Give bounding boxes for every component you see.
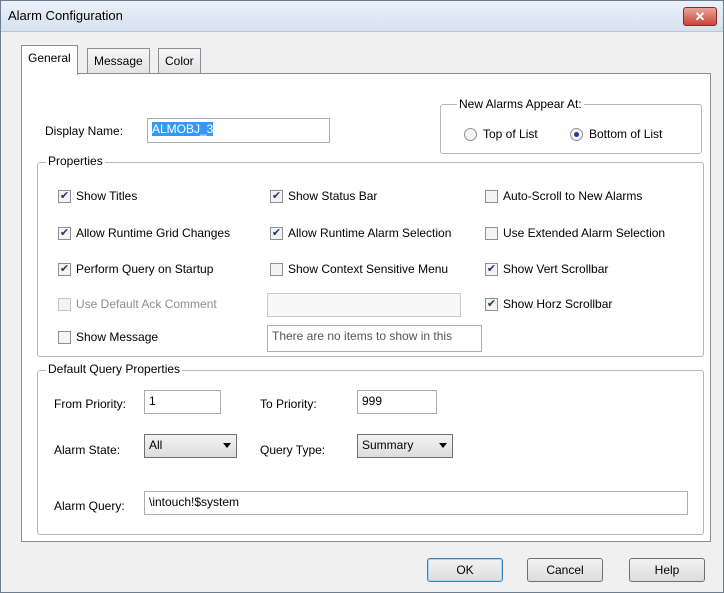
bottom-of-list-radio[interactable] (570, 128, 583, 141)
horz-scrollbar-label: Show Horz Scrollbar (503, 297, 613, 311)
ok-button[interactable]: OK (427, 558, 503, 582)
perform-query-checkbox[interactable] (58, 263, 71, 276)
to-priority-field[interactable]: 999 (357, 390, 437, 414)
top-of-list-label: Top of List (483, 127, 538, 141)
context-menu-label: Show Context Sensitive Menu (288, 262, 449, 276)
default-query-legend: Default Query Properties (46, 362, 183, 376)
cancel-button[interactable]: Cancel (527, 558, 603, 582)
vert-scrollbar-label: Show Vert Scrollbar (503, 262, 609, 276)
show-message-checkbox[interactable] (58, 331, 71, 344)
alarm-configuration-dialog: Alarm Configuration ✕ General Message Co… (0, 0, 724, 593)
properties-legend: Properties (46, 154, 105, 168)
horz-scrollbar-checkbox[interactable] (485, 298, 498, 311)
message-list-box[interactable]: There are no items to show in this (267, 325, 482, 352)
alarm-state-select[interactable]: All (144, 434, 237, 458)
tab-message[interactable]: Message (87, 48, 150, 73)
from-priority-field[interactable]: 1 (144, 390, 221, 414)
default-ack-label: Use Default Ack Comment (76, 297, 217, 311)
chevron-down-icon (223, 443, 231, 448)
close-icon[interactable]: ✕ (683, 7, 717, 26)
display-name-field[interactable]: ALMOBJ_3 (147, 118, 330, 143)
top-of-list-radio[interactable] (464, 128, 477, 141)
alarm-query-label: Alarm Query: (54, 499, 125, 513)
show-titles-label: Show Titles (76, 189, 138, 203)
from-priority-label: From Priority: (54, 397, 126, 411)
allow-grid-changes-label: Allow Runtime Grid Changes (76, 226, 231, 240)
vert-scrollbar-checkbox[interactable] (485, 263, 498, 276)
alarm-state-value: All (149, 438, 163, 452)
alarm-state-label: Alarm State: (54, 443, 121, 457)
tab-general[interactable]: General (21, 45, 78, 75)
window-title: Alarm Configuration (8, 8, 123, 23)
show-message-label: Show Message (76, 330, 159, 344)
to-priority-label: To Priority: (260, 397, 317, 411)
query-type-select[interactable]: Summary (357, 434, 453, 458)
new-alarms-legend: New Alarms Appear At: (457, 97, 584, 111)
general-tab-panel: Display Name: ALMOBJ_3 New Alarms Appear… (21, 73, 711, 542)
query-type-label: Query Type: (260, 443, 326, 457)
show-status-bar-label: Show Status Bar (288, 189, 378, 203)
title-bar: Alarm Configuration ✕ (1, 1, 723, 32)
query-type-value: Summary (362, 438, 414, 452)
extended-selection-label: Use Extended Alarm Selection (503, 226, 666, 240)
help-button[interactable]: Help (629, 558, 705, 582)
allow-alarm-selection-checkbox[interactable] (270, 227, 283, 240)
default-ack-checkbox[interactable] (58, 298, 71, 311)
show-titles-checkbox[interactable] (58, 190, 71, 203)
alarm-query-field[interactable]: \intouch!$system (144, 491, 688, 515)
auto-scroll-label: Auto-Scroll to New Alarms (503, 189, 643, 203)
display-name-label: Display Name: (45, 124, 124, 138)
allow-alarm-selection-label: Allow Runtime Alarm Selection (288, 226, 452, 240)
perform-query-label: Perform Query on Startup (76, 262, 214, 276)
bottom-of-list-label: Bottom of List (589, 127, 663, 141)
tab-color[interactable]: Color (158, 48, 201, 73)
allow-grid-changes-checkbox[interactable] (58, 227, 71, 240)
chevron-down-icon (439, 443, 447, 448)
show-status-bar-checkbox[interactable] (270, 190, 283, 203)
auto-scroll-checkbox[interactable] (485, 190, 498, 203)
extended-selection-checkbox[interactable] (485, 227, 498, 240)
default-ack-comment-field[interactable] (267, 293, 461, 317)
context-menu-checkbox[interactable] (270, 263, 283, 276)
